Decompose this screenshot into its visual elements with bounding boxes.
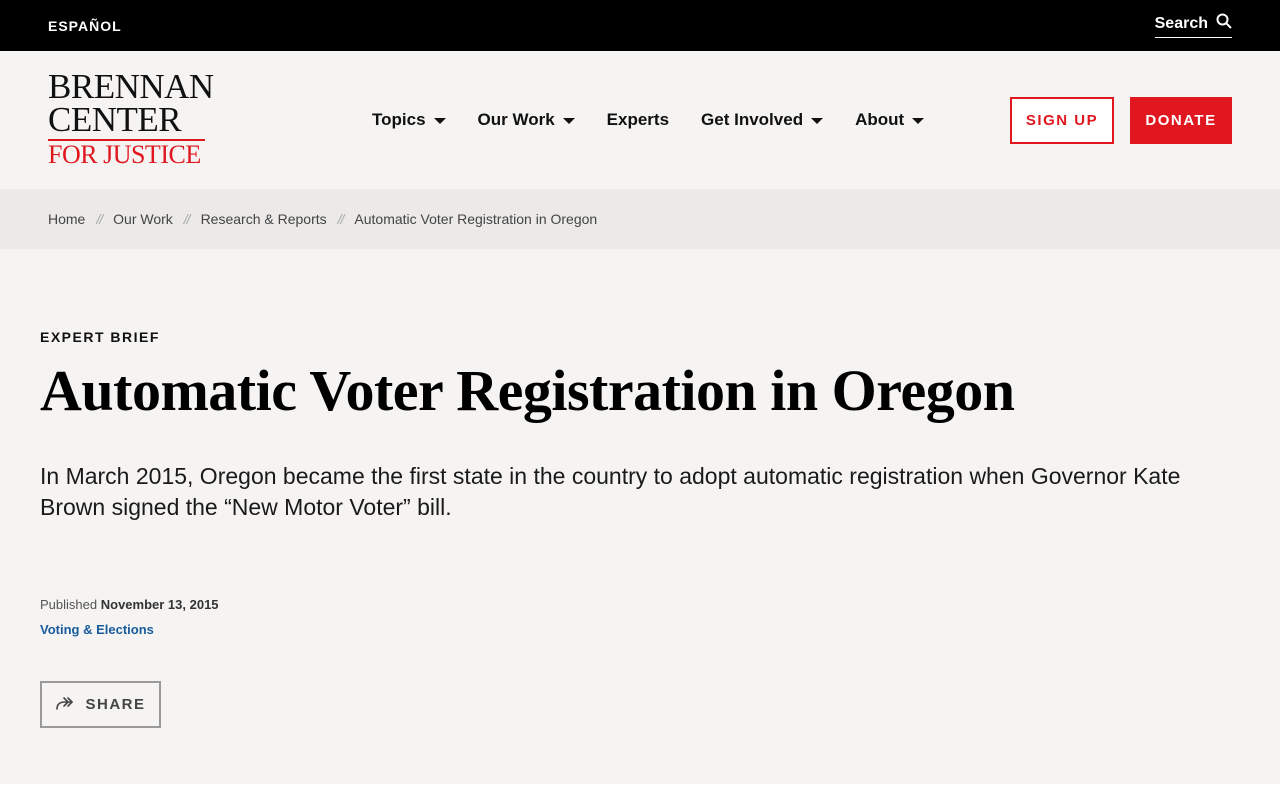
page-title: Automatic Voter Registration in Oregon: [40, 358, 1015, 423]
logo-line-for-justice: FOR JUSTICE: [48, 139, 201, 169]
article-hero: EXPERT BRIEF Automatic Voter Registratio…: [0, 249, 1280, 784]
topic-link-voting-elections[interactable]: Voting & Elections: [40, 622, 154, 637]
breadcrumb-current: Automatic Voter Registration in Oregon: [354, 211, 598, 227]
breadcrumb-separator: //: [337, 211, 345, 227]
chevron-down-icon: [811, 117, 824, 124]
nav-item-label: Get Involved: [701, 110, 804, 129]
site-header: BRENNAN CENTER FOR JUSTICE Topics Our Wo…: [0, 51, 1280, 189]
logo-line-brennan: BRENNAN: [48, 67, 214, 107]
share-icon: [55, 695, 75, 715]
breadcrumb-our-work[interactable]: Our Work: [113, 211, 173, 227]
brennan-center-logo[interactable]: BRENNAN CENTER FOR JUSTICE: [48, 67, 214, 169]
published-date: Published November 13, 2015: [40, 597, 219, 612]
breadcrumb-research-reports[interactable]: Research & Reports: [201, 211, 327, 227]
published-date-value: November 13, 2015: [100, 597, 219, 612]
search-icon: [1216, 13, 1232, 34]
article-type-label: EXPERT BRIEF: [40, 329, 160, 345]
nav-item-topics[interactable]: Topics: [372, 110, 446, 130]
breadcrumb-home[interactable]: Home: [48, 211, 85, 227]
utility-bar: ESPAÑOL Search: [0, 0, 1280, 51]
nav-item-our-work[interactable]: Our Work: [478, 110, 575, 130]
chevron-down-icon: [912, 117, 925, 124]
breadcrumb-separator: //: [183, 211, 191, 227]
nav-item-label: About: [855, 110, 905, 129]
nav-item-experts[interactable]: Experts: [607, 110, 669, 130]
logo-line-center: CENTER: [48, 99, 182, 139]
breadcrumb-separator: //: [96, 211, 103, 227]
published-prefix: Published: [40, 597, 98, 612]
nav-item-about[interactable]: About: [855, 110, 925, 130]
header-actions: SIGN UP DONATE: [1010, 97, 1232, 144]
share-label: SHARE: [85, 696, 146, 713]
nav-item-label: Experts: [606, 110, 670, 129]
chevron-down-icon: [433, 117, 446, 124]
search-toggle[interactable]: Search: [1154, 13, 1232, 38]
nav-item-get-involved[interactable]: Get Involved: [701, 110, 824, 130]
article-summary: In March 2015, Oregon became the first s…: [40, 462, 1181, 520]
nav-item-label: Topics: [372, 110, 426, 129]
breadcrumb: Home // Our Work // Research & Reports /…: [0, 189, 1280, 249]
language-link-espanol[interactable]: ESPAÑOL: [48, 18, 122, 34]
sign-up-button[interactable]: SIGN UP: [1010, 97, 1114, 144]
article-meta: Published November 13, 2015 Voting & Ele…: [40, 597, 219, 639]
chevron-down-icon: [562, 117, 575, 124]
nav-item-label: Our Work: [477, 110, 555, 129]
search-label: Search: [1154, 14, 1208, 32]
page-bottom-edge: [0, 784, 1280, 800]
donate-button[interactable]: DONATE: [1130, 97, 1232, 144]
share-button[interactable]: SHARE: [40, 681, 161, 728]
main-navigation: Topics Our Work Experts Get Involved Abo…: [372, 51, 925, 189]
